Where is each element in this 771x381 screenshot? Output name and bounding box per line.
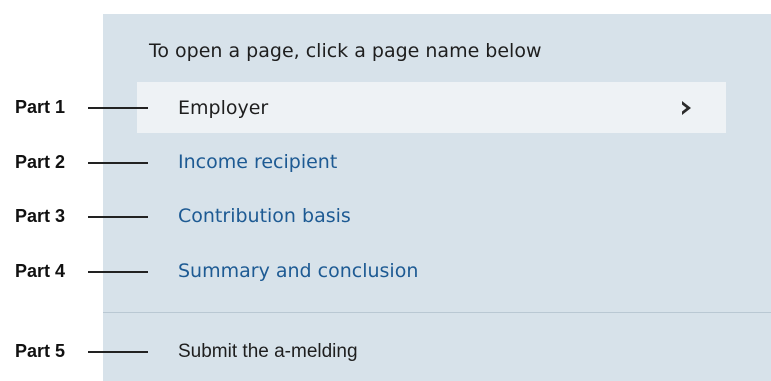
leader-line-3 <box>88 216 148 218</box>
page-link-income-recipient[interactable]: Income recipient <box>178 151 337 173</box>
page-link-summary-and-conclusion[interactable]: Summary and conclusion <box>178 260 418 282</box>
section-divider <box>103 312 771 313</box>
page-link-contribution-basis[interactable]: Contribution basis <box>178 205 351 227</box>
submit-link[interactable]: Submit the a-melding <box>178 341 358 363</box>
part-label-2: Part 2 <box>15 152 66 172</box>
leader-line-2 <box>88 162 148 164</box>
part-label-5: Part 5 <box>15 341 66 361</box>
page-item-employer[interactable]: Employer <box>137 82 726 133</box>
page-item-label: Employer <box>178 97 269 119</box>
leader-line-5 <box>88 351 148 353</box>
chevron-right-icon <box>678 99 696 117</box>
part-label-3: Part 3 <box>15 206 66 226</box>
leader-line-1 <box>88 107 148 109</box>
part-label-4: Part 4 <box>15 261 66 281</box>
part-label-1: Part 1 <box>15 97 66 117</box>
navigation-panel <box>103 14 771 381</box>
leader-line-4 <box>88 271 148 273</box>
panel-instruction: To open a page, click a page name below <box>149 40 542 62</box>
